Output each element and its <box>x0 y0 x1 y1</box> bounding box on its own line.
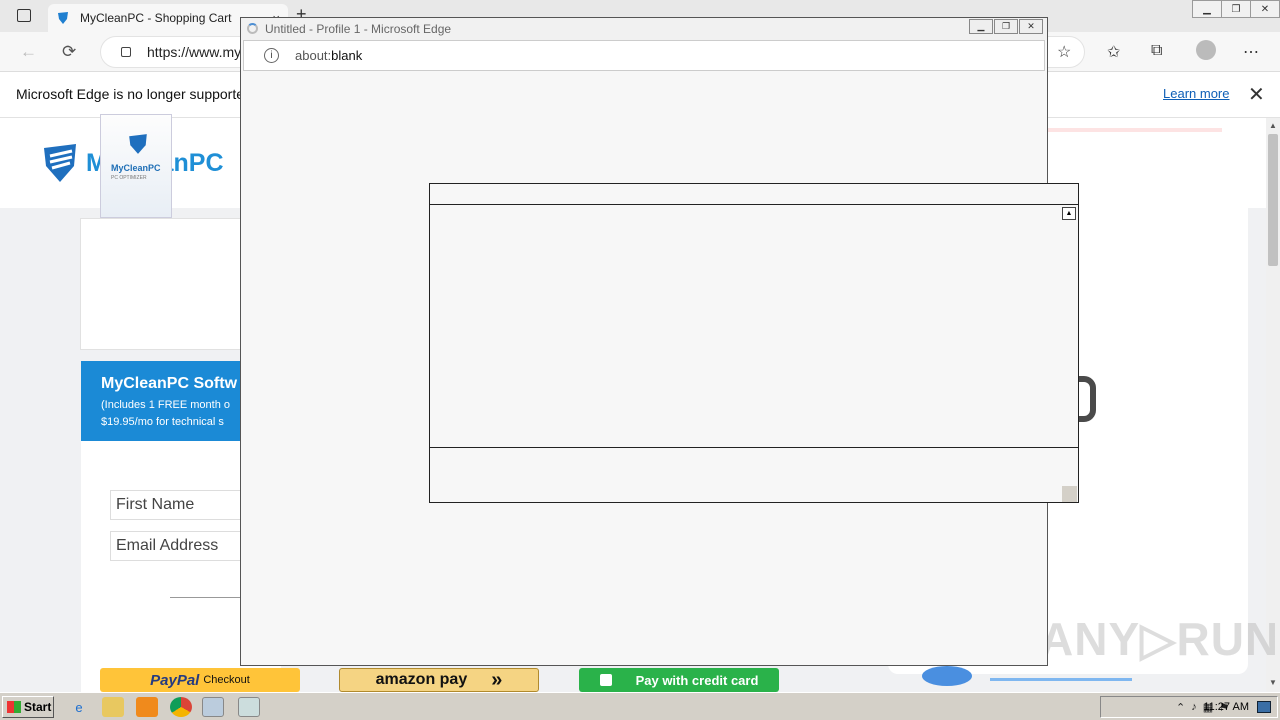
paypal-checkout-button[interactable]: PayPal Checkout <box>100 668 300 692</box>
info-icon[interactable]: i <box>264 48 279 63</box>
amazon-pay-button[interactable]: amazon pay » <box>339 668 539 692</box>
add-favorite-icon[interactable]: ☆ <box>1057 42 1071 62</box>
desktop: MyCleanPC - Shopping Cart × + ▁ ❐ ✕ ← ⟳ … <box>0 0 1280 720</box>
product-box-image: MyCleanPC PC OPTIMIZER <box>100 114 172 218</box>
amazon-arrows-icon: » <box>491 668 503 691</box>
credit-card-label: Pay with credit card <box>635 672 759 688</box>
more-menu-icon[interactable]: ⋯ <box>1243 42 1259 62</box>
scroll-up-icon[interactable]: ▲ <box>1269 121 1277 130</box>
first-name-field[interactable]: First Name <box>110 490 250 520</box>
restore-button[interactable]: ❐ <box>1221 0 1251 18</box>
dialog-resize-grip[interactable] <box>1062 486 1077 502</box>
loading-spinner-icon <box>247 23 258 34</box>
page-scrollbar[interactable]: ▲ ▼ <box>1266 118 1280 692</box>
ie-icon[interactable]: e <box>68 697 90 717</box>
learn-more-link[interactable]: Learn more <box>1163 86 1229 101</box>
divider <box>170 597 250 598</box>
chrome-icon[interactable] <box>170 697 192 717</box>
tab-title: MyCleanPC - Shopping Cart <box>80 11 232 25</box>
amazon-pay-label: amazon pay <box>375 671 468 688</box>
media-player-icon[interactable] <box>136 697 158 717</box>
popup-window-controls: ▁ ❐ ✕ <box>968 19 1043 34</box>
minimize-button[interactable]: ▁ <box>1192 0 1222 18</box>
clock: 11:27 AM <box>1203 701 1249 713</box>
mycleanpc-taskbar-icon[interactable] <box>238 697 260 717</box>
paypal-checkout-label: Checkout <box>203 674 250 686</box>
edge-icon[interactable] <box>202 697 224 717</box>
popup-restore-button[interactable]: ❐ <box>994 19 1018 34</box>
dialog-frame: ▲ <box>429 183 1079 503</box>
summary-accent <box>990 678 1132 681</box>
popup-close-button[interactable]: ✕ <box>1019 19 1043 34</box>
refresh-icon[interactable]: ⟳ <box>62 42 76 62</box>
email-field[interactable]: Email Address <box>110 531 250 561</box>
scroll-thumb[interactable] <box>1268 134 1278 266</box>
box-brand: MyCleanPC <box>111 163 161 173</box>
start-button[interactable]: Start <box>2 696 54 718</box>
popup-minimize-button[interactable]: ▁ <box>969 19 993 34</box>
tab-actions-icon[interactable] <box>17 9 31 22</box>
popup-address-rest: blank <box>331 48 363 63</box>
lock-icon <box>121 47 131 57</box>
dialog-header <box>430 184 1078 205</box>
system-tray: ⌃ ♪ ▦ ⚑ 11:27 AM <box>1100 696 1278 718</box>
start-label: Start <box>24 700 52 714</box>
shield-icon <box>129 134 147 154</box>
close-window-button[interactable]: ✕ <box>1250 0 1280 18</box>
show-desktop-icon[interactable] <box>1257 701 1271 713</box>
credit-card-button[interactable]: Pay with credit card <box>579 668 779 692</box>
shield-logo-icon <box>44 144 76 182</box>
security-badge <box>922 666 972 686</box>
popup-address-bar[interactable]: i about: blank <box>243 40 1045 71</box>
window-controls: ▁ ❐ ✕ <box>1192 0 1280 18</box>
popup-titlebar: Untitled - Profile 1 - Microsoft Edge ▁ … <box>241 18 1047 40</box>
windows-logo-icon <box>7 701 21 713</box>
dialog-body <box>430 205 1078 448</box>
product-subtitle-1: (Includes 1 FREE month o <box>101 399 231 411</box>
scroll-down-icon[interactable]: ▼ <box>1269 678 1277 687</box>
infobar-close-icon[interactable]: ✕ <box>1248 82 1265 107</box>
infobar-message: Microsoft Edge is no longer supported <box>16 86 252 102</box>
explorer-folder-icon[interactable] <box>102 697 124 717</box>
anyrun-watermark: ANY▷RUN <box>1040 613 1280 665</box>
address-url: https://www.my <box>147 44 242 60</box>
mycleanpc-favicon-icon <box>58 12 68 24</box>
favorites-icon[interactable]: ✩ <box>1107 42 1120 62</box>
box-subtitle: PC OPTIMIZER <box>111 175 147 181</box>
product-subtitle-2: $19.95/mo for technical s <box>101 416 224 428</box>
dialog-scroll-up-icon[interactable]: ▲ <box>1062 207 1076 220</box>
popup-address-prefix: about: <box>295 48 332 63</box>
paypal-label: PayPal <box>150 671 200 689</box>
product-title: MyCleanPC Softw <box>101 375 238 392</box>
back-arrow-icon[interactable]: ← <box>20 42 37 62</box>
profile-avatar-icon[interactable] <box>1196 40 1216 60</box>
tray-expand-icon[interactable]: ⌃ <box>1176 701 1185 714</box>
volume-icon[interactable]: ♪ <box>1191 701 1197 713</box>
collections-icon[interactable]: ⧉ <box>1151 42 1162 60</box>
popup-title: Untitled - Profile 1 - Microsoft Edge <box>265 22 452 36</box>
taskbar: Start e ⌃ ♪ ▦ ⚑ 11:27 AM <box>0 692 1280 720</box>
lock-icon <box>599 674 612 686</box>
